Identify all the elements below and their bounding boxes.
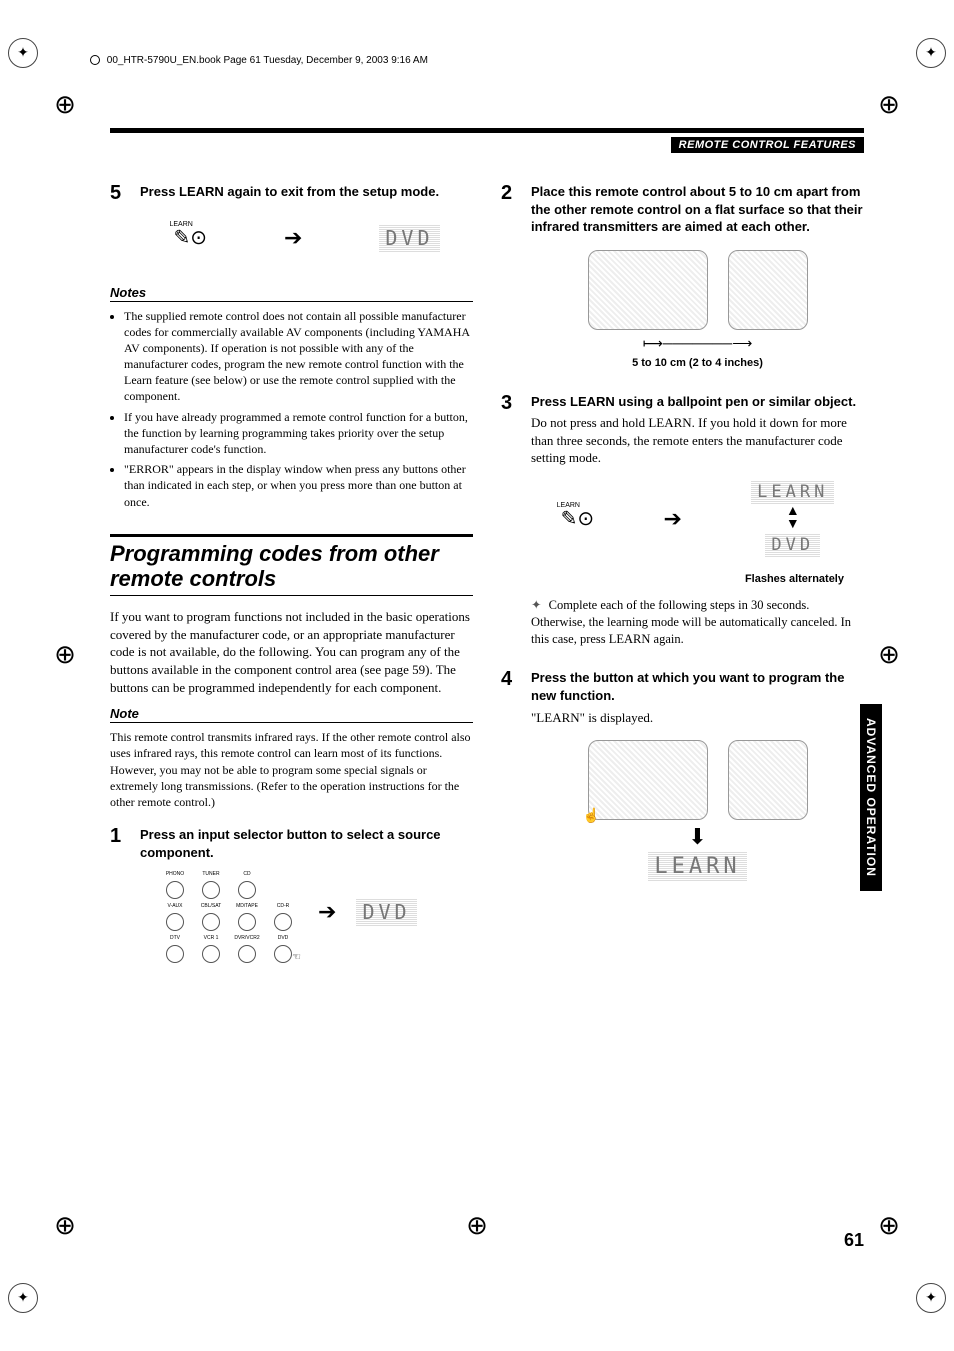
two-remotes-diagram: [531, 250, 864, 330]
notes-list: The supplied remote control does not con…: [110, 308, 473, 510]
note-paragraph: This remote control transmits infrared r…: [110, 729, 473, 810]
remote-display-learn: LEARN: [751, 480, 834, 504]
notes-heading: Notes: [110, 285, 473, 302]
note-item: The supplied remote control does not con…: [124, 308, 473, 405]
step-text: "LEARN" is displayed.: [531, 709, 864, 727]
side-tab: ADVANCED OPERATION: [860, 704, 882, 891]
intro-paragraph: If you want to program functions not inc…: [110, 608, 473, 696]
distance-caption: 5 to 10 cm (2 to 4 inches): [531, 357, 864, 369]
two-remotes-diagram: ☝: [531, 740, 864, 820]
step-title: Press LEARN again to exit from the setup…: [140, 183, 473, 201]
step-2: 2 Place this remote control about 5 to 1…: [501, 183, 864, 377]
learn-button-label: LEARN: [169, 221, 192, 228]
left-column: 5 Press LEARN again to exit from the set…: [110, 183, 473, 973]
tip-paragraph: Complete each of the following steps in …: [531, 597, 864, 648]
step-title: Press LEARN using a ballpoint pen or sim…: [531, 393, 864, 411]
remote-display: DVD: [379, 224, 439, 252]
pen-icon: ✎⊙: [561, 508, 595, 530]
arrow-right-icon: ➔: [663, 506, 681, 532]
step-number: 5: [110, 183, 130, 275]
note-item: If you have already programmed a remote …: [124, 409, 473, 458]
right-column: 2 Place this remote control about 5 to 1…: [501, 183, 864, 973]
print-page-header: 00_HTR-5790U_EN.book Page 61 Tuesday, De…: [90, 55, 428, 66]
remote-b-icon: [728, 740, 808, 820]
step-number: 1: [110, 826, 130, 963]
step-5: 5 Press LEARN again to exit from the set…: [110, 183, 473, 275]
learn-button-label: LEARN: [557, 502, 580, 509]
remote-a-icon: ☝: [588, 740, 708, 820]
step-title: Place this remote control about 5 to 10 …: [531, 183, 864, 236]
arrow-down-icon: ⬇: [531, 824, 864, 850]
section-header: REMOTE CONTROL FEATURES: [671, 137, 864, 153]
step-number: 2: [501, 183, 521, 377]
step-title: Press an input selector button to select…: [140, 826, 473, 861]
flashes-caption: Flashes alternately: [531, 573, 844, 585]
remote-a-icon: [588, 250, 708, 330]
remote-display: DVD: [356, 898, 416, 926]
step-title: Press the button at which you want to pr…: [531, 669, 864, 704]
hand-pointer-icon: ☝: [583, 808, 600, 825]
step-1: 1 Press an input selector button to sele…: [110, 826, 473, 963]
step-3: 3 Press LEARN using a ballpoint pen or s…: [501, 393, 864, 658]
step-4: 4 Press the button at which you want to …: [501, 669, 864, 887]
remote-display-learn: LEARN: [648, 852, 746, 881]
tip-icon: [531, 598, 545, 612]
arrow-right-icon: ➔: [284, 225, 302, 251]
note-heading: Note: [110, 706, 473, 723]
updown-arrow-icon: ▲▼: [786, 506, 800, 531]
step-number: 3: [501, 393, 521, 658]
note-item: "ERROR" appears in the display window wh…: [124, 461, 473, 510]
pen-icon: ✎⊙: [173, 227, 207, 249]
section-title: Programming codes from other remote cont…: [110, 534, 473, 597]
remote-display-dvd: DVD: [765, 533, 820, 557]
alternating-display-diagram: LEARN ▲▼ DVD: [751, 480, 834, 557]
distance-arrow-icon: ⟼───────⟶: [531, 336, 864, 353]
remote-b-icon: [728, 250, 808, 330]
page-number: 61: [844, 1230, 864, 1251]
step-number: 4: [501, 669, 521, 887]
arrow-right-icon: ➔: [318, 899, 336, 925]
hand-pointer-icon: ☜: [292, 952, 301, 963]
input-selector-diagram: PHONOTUNERCD V-AUXCBL/SATMD/TAPECD-R DTV…: [160, 871, 298, 963]
step-text: Do not press and hold LEARN. If you hold…: [531, 414, 864, 467]
